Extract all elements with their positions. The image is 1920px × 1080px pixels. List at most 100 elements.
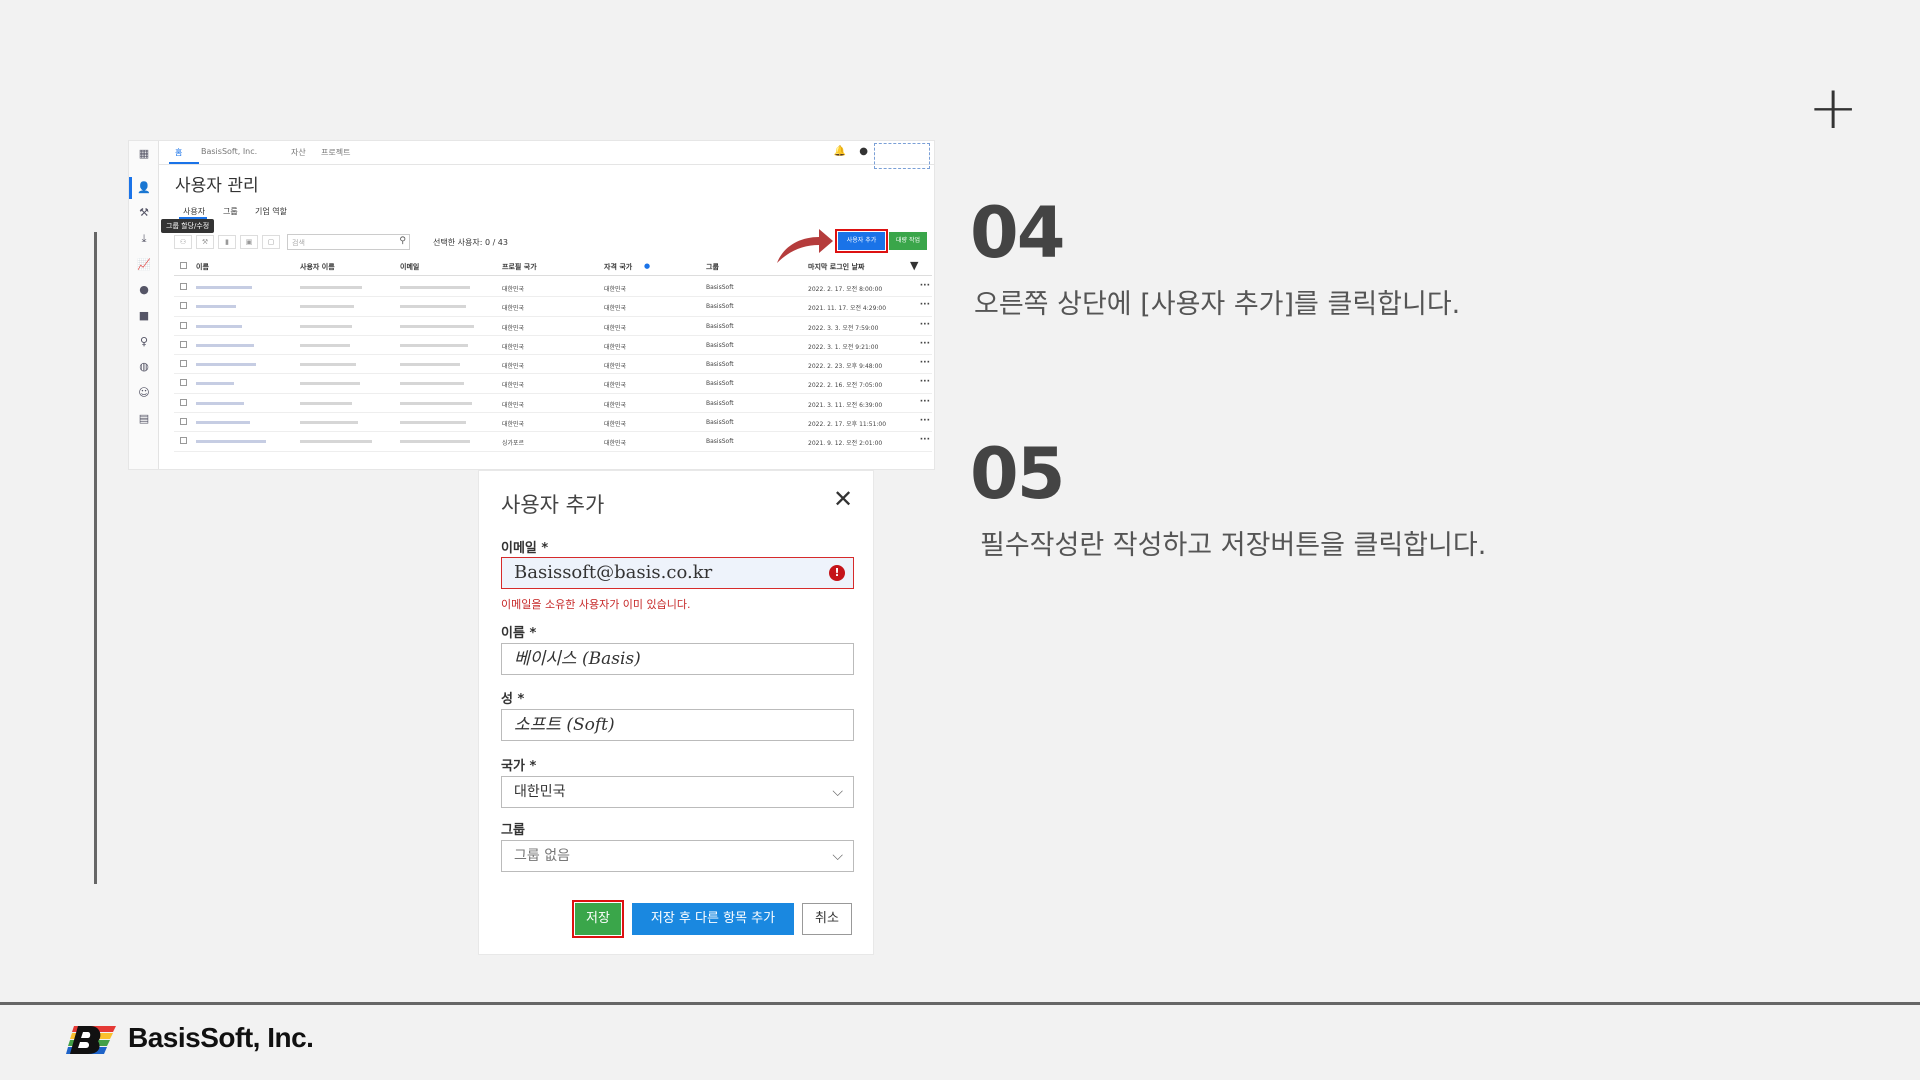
row-checkbox[interactable] <box>180 283 187 290</box>
delete-toolbar-icon[interactable]: ▮ <box>218 235 236 249</box>
table-row[interactable]: 싱가포르 대한민국 BasisSoft 2021. 9. 12. 오전 2:01:00… <box>174 432 932 452</box>
unlock-toolbar-icon[interactable]: ▢ <box>262 235 280 249</box>
page-title: 사용자 관리 <box>175 176 259 196</box>
more-icon[interactable]: ··· <box>920 281 930 291</box>
cell-email <box>400 361 460 368</box>
row-checkbox[interactable] <box>180 302 187 310</box>
select-all-checkbox[interactable] <box>180 262 187 269</box>
country-select[interactable]: 대한민국 ⌵ <box>501 776 854 808</box>
more-icon[interactable]: ··· <box>920 435 930 445</box>
more-icon[interactable]: ··· <box>920 358 930 368</box>
subtab-groups[interactable]: 그룹 <box>223 206 238 217</box>
info-icon: ● <box>644 262 651 270</box>
row-checkbox[interactable] <box>180 437 187 445</box>
column-header[interactable]: 프로필 국가 <box>502 262 537 272</box>
apps-grid-icon[interactable]: ▦ <box>136 146 152 162</box>
row-checkbox[interactable] <box>180 418 187 426</box>
save-and-add-another-button[interactable]: 저장 후 다른 항목 추가 <box>632 903 794 935</box>
company-name: BasisSoft, Inc. <box>128 1022 314 1053</box>
bell-icon[interactable]: 🔔 <box>834 146 846 157</box>
row-checkbox[interactable] <box>180 398 187 406</box>
add-group-toolbar-icon[interactable]: ⚇ <box>174 235 192 249</box>
chart-icon[interactable]: 📈 <box>136 257 152 273</box>
cell-profile-country: 대한민국 <box>502 305 525 313</box>
more-icon[interactable]: ··· <box>920 339 930 349</box>
bulb-icon[interactable]: ♀ <box>136 334 152 350</box>
tooltip: 그룹 할당/수정 <box>161 219 215 233</box>
more-icon[interactable]: ··· <box>920 300 930 310</box>
email-value: Basissoft@basis.co.kr <box>514 562 713 583</box>
cell-group: BasisSoft <box>706 284 734 291</box>
more-icon[interactable]: ··· <box>920 320 930 330</box>
close-icon[interactable]: ✕ <box>833 487 853 511</box>
table-row[interactable]: 대한민국 대한민국 BasisSoft 2022. 2. 17. 오후 11:51:0… <box>174 413 932 433</box>
globe-icon[interactable]: ◍ <box>136 359 152 375</box>
table-header: 이름 사용자 이름 이메일 프로필 국가 자격 국가 ● 그룹 마지막 로그인 … <box>174 258 932 276</box>
cell-username <box>300 419 358 426</box>
cell-username <box>300 400 352 407</box>
cell-last-login: 2021. 9. 12. 오전 2:01:00 <box>808 440 883 448</box>
first-name-field[interactable]: 베이시스 (Basis) <box>501 643 854 675</box>
step-05: 05 필수작성란 작성하고 저장버튼을 클릭합니다. <box>970 439 1486 562</box>
save-button[interactable]: 저장 <box>572 900 624 938</box>
row-checkbox[interactable] <box>180 360 187 368</box>
docs-icon[interactable]: ▤ <box>136 411 152 427</box>
divider-vertical <box>94 232 97 884</box>
table-row[interactable]: 대한민국 대한민국 BasisSoft 2022. 3. 3. 오전 7:59:00 ·… <box>174 317 932 336</box>
tools-icon[interactable]: ⚒ <box>136 205 152 221</box>
table-row[interactable]: 대한민국 대한민국 BasisSoft 2022. 3. 1. 오전 9:21:00 ·… <box>174 336 932 356</box>
download-icon[interactable]: ⤓ <box>136 231 152 247</box>
row-checkbox[interactable] <box>180 340 187 348</box>
group-select[interactable]: 그룹 없음 ⌵ <box>501 840 854 872</box>
column-header[interactable]: 사용자 이름 <box>300 262 335 272</box>
column-header[interactable]: 마지막 로그인 날짜 <box>808 262 864 272</box>
cell-last-login: 2021. 3. 11. 오전 6:39:00 <box>808 401 883 409</box>
email-field[interactable]: Basissoft@basis.co.kr ! <box>501 557 854 589</box>
table-row[interactable]: 대한민국 대한민국 BasisSoft 2021. 11. 17. 오전 4:29:0… <box>174 297 932 317</box>
first-name-label: 이름 * <box>501 626 537 641</box>
column-header[interactable]: 이메일 <box>400 262 419 272</box>
subtab-users[interactable]: 사용자 <box>183 206 205 217</box>
cell-credential-country: 대한민국 <box>604 401 627 409</box>
more-icon[interactable]: ··· <box>920 397 930 407</box>
cell-name <box>196 284 252 291</box>
step-number: 05 <box>970 433 1065 515</box>
row-checkbox[interactable] <box>180 321 187 329</box>
help-icon[interactable]: ● <box>136 282 152 298</box>
table-row[interactable]: 대한민국 대한민국 BasisSoft 2022. 2. 16. 오전 7:05:00… <box>174 374 932 394</box>
search-input[interactable]: 검색 ⚲ <box>287 234 410 250</box>
filter-icon[interactable]: ▼ <box>910 259 918 272</box>
bulk-action-button[interactable]: 대량 작업 <box>889 232 927 250</box>
last-name-field[interactable]: 소프트 (Soft) <box>501 709 854 741</box>
tab-basissoft[interactable]: BasisSoft, Inc. <box>201 147 257 156</box>
tab-home[interactable]: 홈 <box>175 147 182 158</box>
cell-profile-country: 대한민국 <box>502 324 525 332</box>
table-row[interactable]: 대한민국 대한민국 BasisSoft 2022. 2. 23. 오후 9:48:00… <box>174 355 932 375</box>
cell-username <box>300 342 350 349</box>
cell-last-login: 2022. 2. 23. 오후 9:48:00 <box>808 363 883 371</box>
column-header[interactable]: 그룹 <box>706 262 719 272</box>
table-row[interactable]: 대한민국 대한민국 BasisSoft 2022. 2. 17. 오전 8:00:00… <box>174 278 932 298</box>
subtab-company-roles[interactable]: 기업 역할 <box>255 206 287 217</box>
tab-projects[interactable]: 프로젝트 <box>321 147 350 158</box>
more-icon[interactable]: ··· <box>920 416 930 426</box>
contacts-icon[interactable]: ☺ <box>136 385 152 401</box>
column-header[interactable]: 자격 국가 <box>604 262 632 272</box>
cell-credential-country: 대한민국 <box>604 305 627 313</box>
table-row[interactable]: 대한민국 대한민국 BasisSoft 2021. 3. 11. 오전 6:39:00… <box>174 394 932 414</box>
cell-name <box>196 342 254 349</box>
book-icon[interactable]: ■ <box>136 308 152 324</box>
cell-name <box>196 419 250 426</box>
row-checkbox[interactable] <box>180 379 187 387</box>
more-icon[interactable]: ··· <box>920 377 930 387</box>
tool-toolbar-icon[interactable]: ⚒ <box>196 235 214 249</box>
column-header[interactable]: 이름 <box>196 262 209 272</box>
lock-toolbar-icon[interactable]: ▣ <box>240 235 258 249</box>
users-icon[interactable]: 👤 <box>136 180 152 196</box>
help-circle-icon[interactable]: ● <box>859 146 868 157</box>
tab-assets[interactable]: 자산 <box>291 147 306 158</box>
add-user-button[interactable]: 사용자 추가 <box>835 229 888 253</box>
cell-profile-country: 대한민국 <box>502 401 525 409</box>
cell-last-login: 2022. 3. 3. 오전 7:59:00 <box>808 324 879 332</box>
cancel-button[interactable]: 취소 <box>802 903 852 935</box>
